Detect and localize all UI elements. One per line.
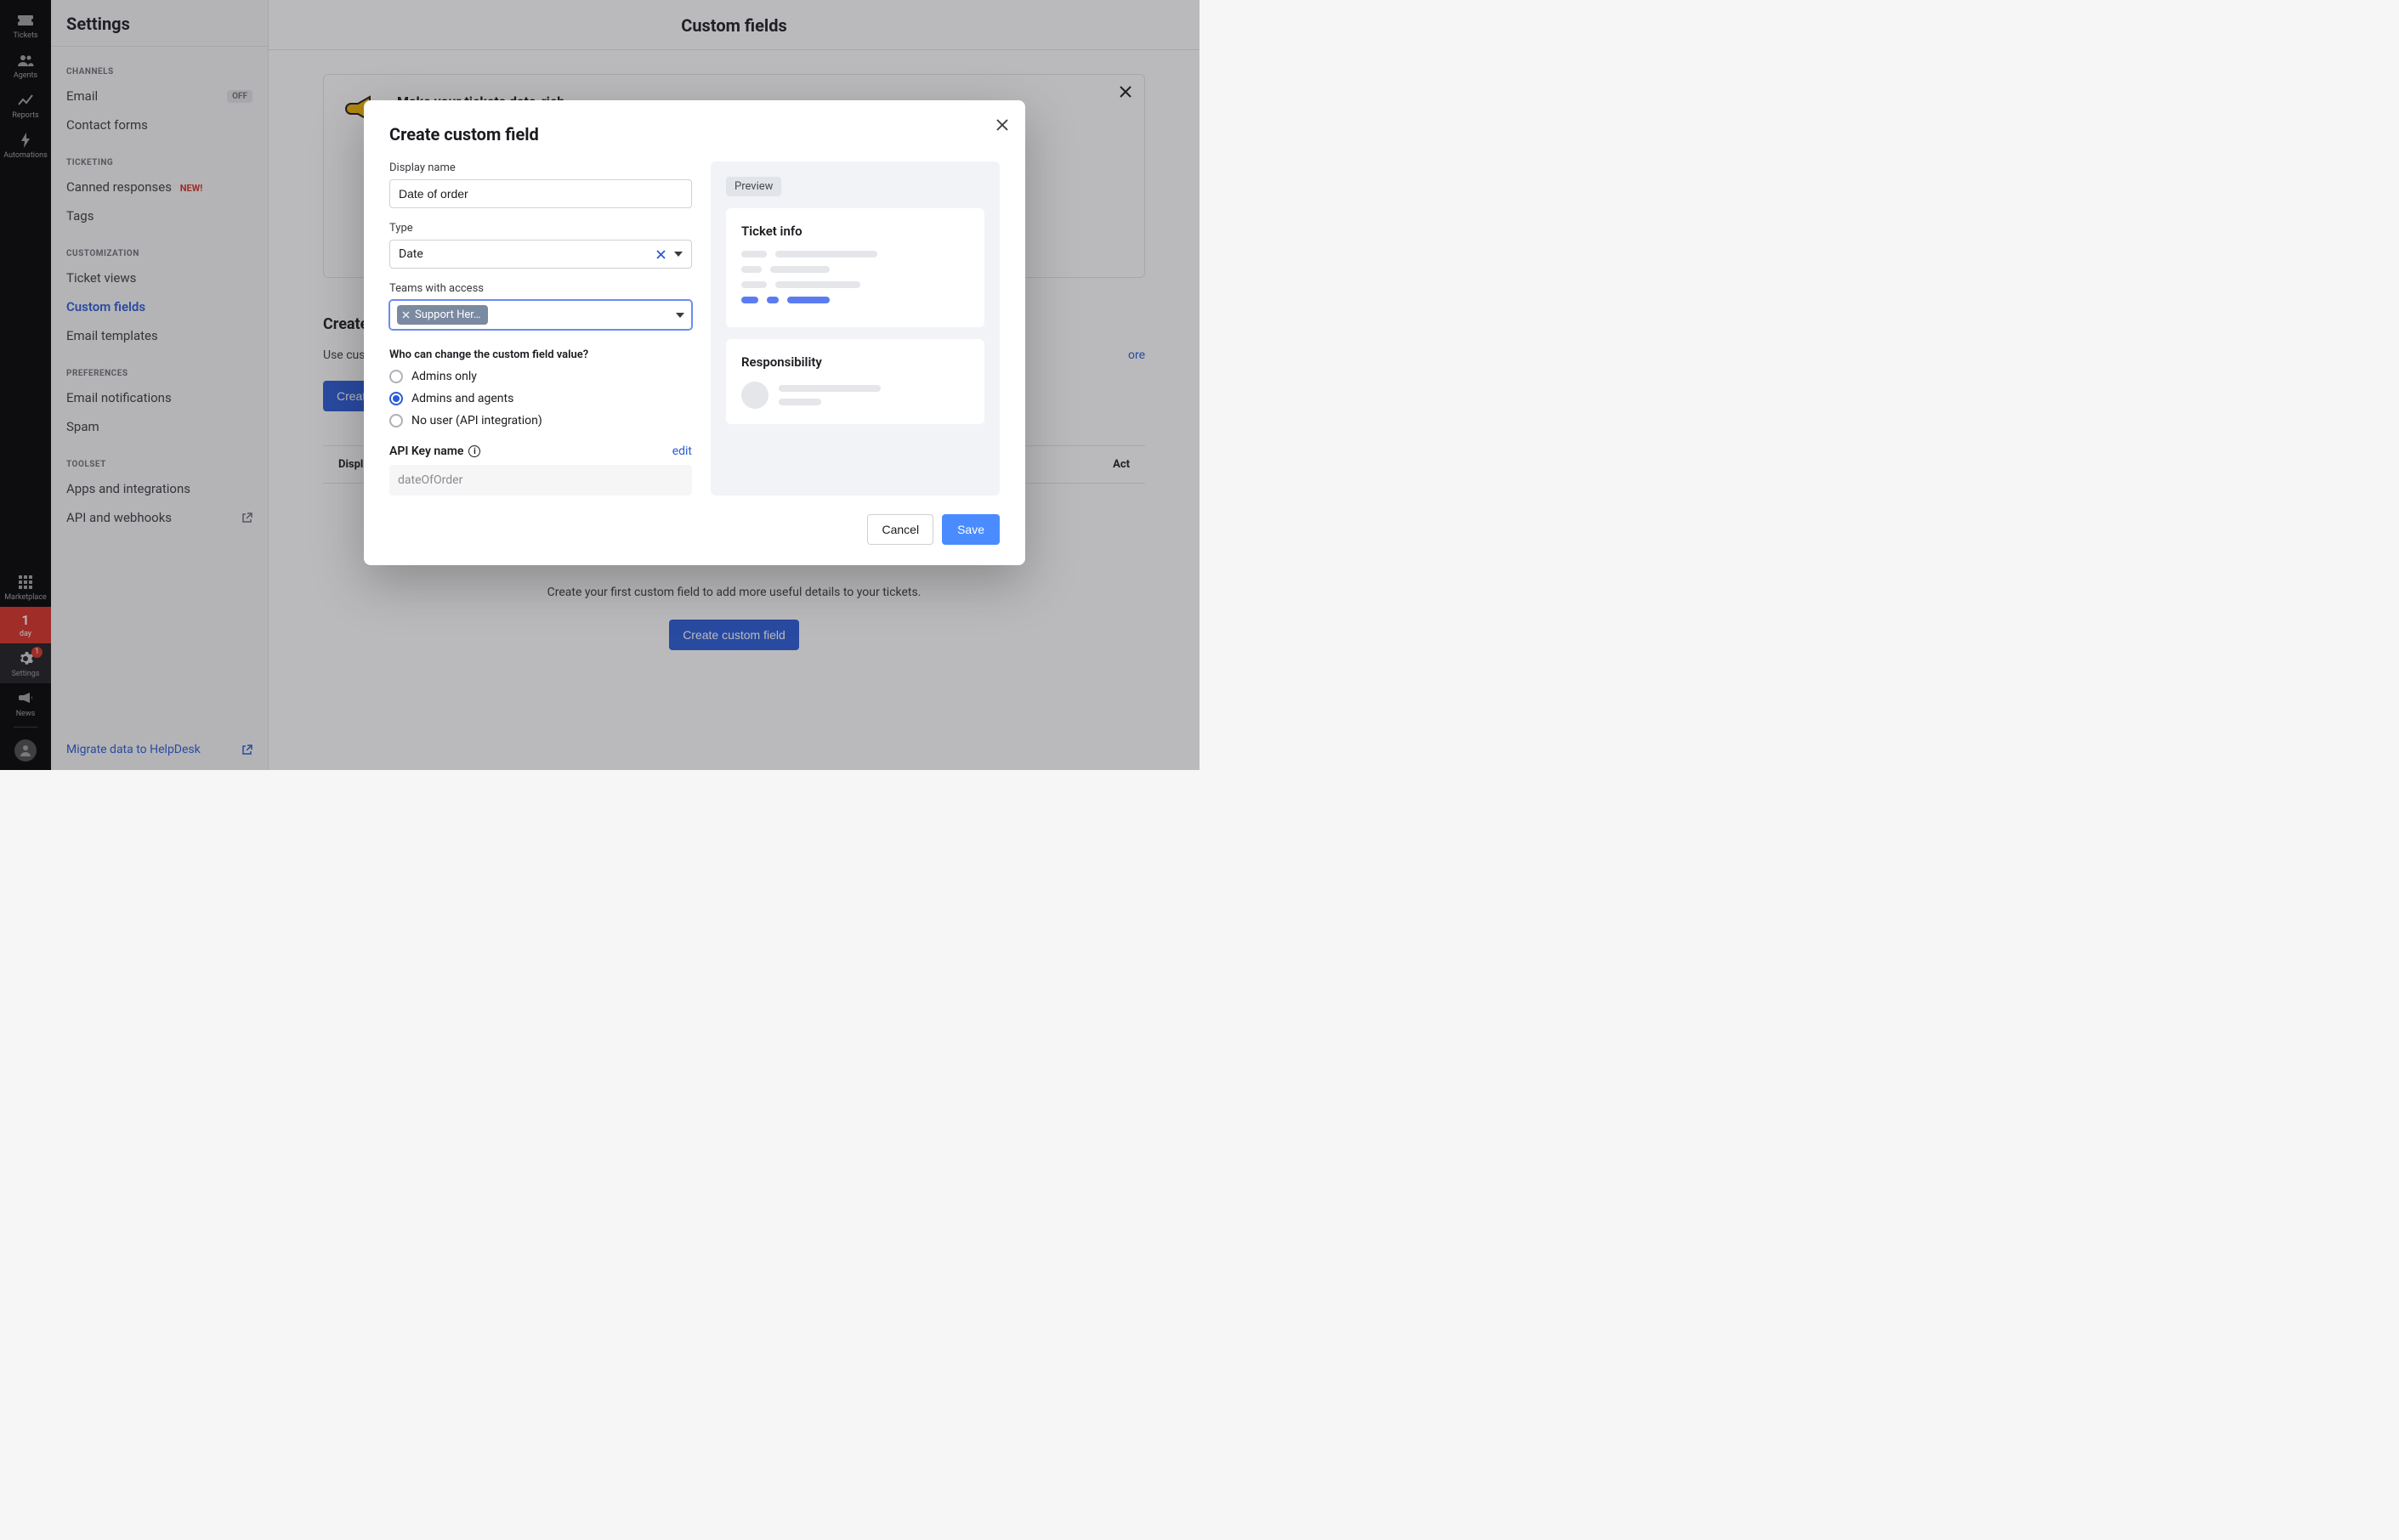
cancel-button[interactable]: Cancel (867, 514, 933, 545)
teams-multiselect[interactable]: Support Her… (389, 300, 692, 330)
chevron-down-icon (676, 313, 684, 318)
close-icon[interactable] (996, 119, 1008, 131)
create-custom-field-modal: Create custom field Display name Type Da… (364, 100, 1025, 565)
clear-icon[interactable] (656, 250, 666, 259)
preview-tag: Preview (726, 177, 781, 196)
type-select[interactable]: Date (389, 240, 692, 269)
api-edit-link[interactable]: edit (672, 444, 692, 458)
radio-label: Admins and agents (411, 392, 513, 405)
preview-ticket-info: Ticket info (726, 208, 984, 327)
radio-icon (389, 414, 403, 427)
preview-card-title: Responsibility (741, 354, 969, 370)
info-icon[interactable]: i (468, 445, 480, 457)
preview-panel: Preview Ticket info Responsibility (711, 161, 1000, 495)
avatar-placeholder (741, 382, 768, 409)
team-chip: Support Her… (397, 305, 488, 325)
radio-label: Admins only (411, 370, 477, 383)
preview-card-title: Ticket info (741, 224, 969, 239)
type-value: Date (399, 247, 423, 261)
radio-icon (389, 392, 403, 405)
type-label: Type (389, 222, 692, 235)
save-button[interactable]: Save (942, 514, 1000, 545)
perm-label: Who can change the custom field value? (389, 348, 692, 361)
display-name-label: Display name (389, 161, 692, 174)
api-key-value: dateOfOrder (389, 465, 692, 495)
api-key-label: API Key name i (389, 444, 480, 458)
radio-icon (389, 370, 403, 383)
modal-title: Create custom field (389, 124, 1000, 144)
perm-option-admins-agents[interactable]: Admins and agents (389, 392, 692, 405)
perm-option-no-user[interactable]: No user (API integration) (389, 414, 692, 427)
display-name-input[interactable] (389, 179, 692, 208)
radio-label: No user (API integration) (411, 414, 542, 427)
chevron-down-icon (674, 252, 683, 257)
chip-remove-icon[interactable] (402, 311, 410, 319)
teams-label: Teams with access (389, 282, 692, 295)
modal-form: Display name Type Date Teams with access (389, 161, 692, 495)
perm-option-admins-only[interactable]: Admins only (389, 370, 692, 383)
chip-label: Support Her… (415, 309, 481, 321)
preview-responsibility: Responsibility (726, 339, 984, 424)
